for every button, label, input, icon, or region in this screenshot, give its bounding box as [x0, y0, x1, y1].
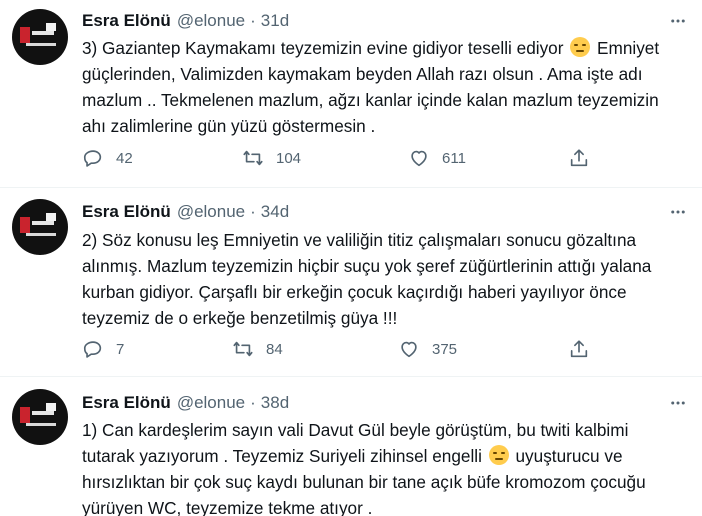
tweet-text-line: mazlum .. Tekmelenen mazlum, ağzı kanlar…	[82, 90, 659, 110]
tweet-header: Esra Elönü @elonue · 31d	[82, 10, 688, 32]
tweet-text-line: Emniyet	[597, 38, 660, 58]
tweet-timestamp[interactable]: 31d	[261, 11, 289, 31]
face-with-rolling-eyes-icon	[570, 37, 591, 57]
tweet-actions: 42 104 611	[82, 146, 602, 170]
more-horizontal-icon[interactable]	[668, 394, 688, 412]
tweet-timestamp[interactable]: 38d	[261, 393, 289, 413]
separator-dot: ·	[250, 11, 256, 30]
tweet-text-line: hırsızlıktan bir çok suç kaydı bulunan b…	[82, 472, 646, 492]
tweet-header: Esra Elönü @elonue · 34d	[82, 201, 688, 223]
like-count: 611	[442, 149, 466, 167]
tweet-actions: 7 84 375	[82, 337, 602, 361]
share-icon	[570, 340, 588, 358]
tweet-text-line: 1) Can kardeşlerim sayın vali Davut Gül …	[82, 420, 629, 440]
tweet-text: 1) Can kardeşlerim sayın vali Davut Gül …	[82, 417, 682, 516]
retweet-icon	[233, 341, 253, 357]
author-handle[interactable]: @elonue	[177, 202, 245, 222]
tweet-text: 3) Gaziantep Kaymakamı teyzemizin evine …	[82, 35, 682, 139]
reply-count: 42	[116, 149, 133, 167]
tweet-text-line: uyuşturucu ve	[515, 446, 623, 466]
like-button[interactable]: 611	[408, 146, 466, 170]
tweet-feed: Esra Elönü @elonue · 31d 3) Gaziantep Ka…	[0, 0, 702, 516]
heart-icon	[411, 150, 427, 167]
share-icon	[570, 149, 588, 167]
author-handle[interactable]: @elonue	[177, 393, 245, 413]
tweet-text-line: 2) Söz konusu leş Emniyetin ve valiliğin…	[82, 230, 637, 250]
reply-icon	[83, 341, 102, 358]
tweet-text: 2) Söz konusu leş Emniyetin ve valiliğin…	[82, 227, 682, 331]
retweet-count: 104	[276, 149, 302, 167]
retweet-button[interactable]: 104	[242, 146, 301, 170]
tweet-text-line: 3) Gaziantep Kaymakamı teyzemizin evine …	[82, 38, 564, 58]
reply-count: 7	[116, 340, 125, 358]
reply-icon	[83, 150, 102, 167]
author-name[interactable]: Esra Elönü	[82, 202, 171, 222]
tweet-text-line: ahı zalimlerine gün yüzü göstermesin .	[82, 116, 376, 136]
like-count: 375	[432, 340, 458, 358]
tweet-text-line: yürüyen WC, teyzemize tekme atıyor .	[82, 498, 373, 516]
tweet[interactable]: Esra Elönü @elonue · 34d 2) Söz konusu l…	[0, 188, 702, 377]
retweet-button[interactable]: 84	[232, 337, 283, 361]
more-horizontal-icon[interactable]	[668, 203, 688, 221]
share-button[interactable]	[568, 146, 590, 170]
tweet[interactable]: Esra Elönü @elonue · 38d 1) Can kardeşle…	[0, 377, 702, 516]
avatar[interactable]	[12, 9, 68, 65]
tweet-text-line: alınmış. Mazlum teyzemizin hiçbir suçu y…	[82, 256, 652, 276]
like-button[interactable]: 375	[398, 337, 457, 361]
tweet-text-line: tutarak yazıyorum . Teyzemiz Suriyeli zi…	[82, 446, 482, 466]
retweet-count: 84	[266, 340, 283, 358]
tweet-text-line: güçlerinden, Valimizden kaymakam beyden …	[82, 64, 643, 84]
avatar[interactable]	[12, 199, 68, 255]
tweet-text-line: teyzemiz de o erkeğe benzetilmiş güya !!…	[82, 308, 398, 328]
heart-icon	[401, 341, 417, 358]
share-button[interactable]	[568, 337, 590, 361]
reply-button[interactable]: 42	[82, 146, 133, 170]
more-horizontal-icon[interactable]	[668, 12, 688, 30]
tweet[interactable]: Esra Elönü @elonue · 31d 3) Gaziantep Ka…	[0, 0, 702, 188]
avatar[interactable]	[12, 389, 68, 445]
separator-dot: ·	[250, 202, 256, 221]
separator-dot: ·	[250, 393, 256, 412]
retweet-icon	[243, 150, 263, 166]
tweet-header: Esra Elönü @elonue · 38d	[82, 392, 688, 414]
author-name[interactable]: Esra Elönü	[82, 393, 171, 413]
author-name[interactable]: Esra Elönü	[82, 11, 171, 31]
reply-button[interactable]: 7	[82, 337, 124, 361]
author-handle[interactable]: @elonue	[177, 11, 245, 31]
tweet-text-line: kurban gidiyor. Çarşaflı bir erkeğin çoc…	[82, 282, 627, 302]
pensive-face-icon	[488, 445, 509, 465]
tweet-timestamp[interactable]: 34d	[261, 202, 289, 222]
